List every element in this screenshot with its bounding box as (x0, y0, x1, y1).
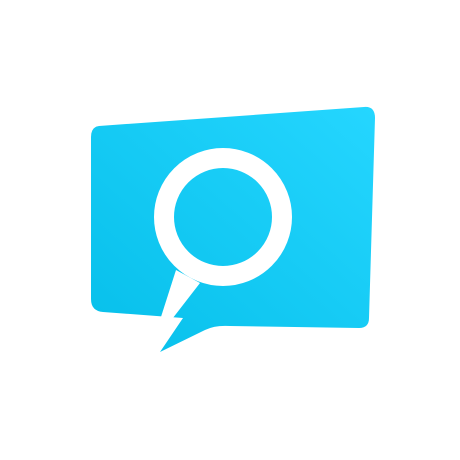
chat-bubble-search-icon (91, 106, 375, 352)
speech-bubble-shape (91, 106, 375, 352)
app-icon-canvas (0, 0, 460, 460)
